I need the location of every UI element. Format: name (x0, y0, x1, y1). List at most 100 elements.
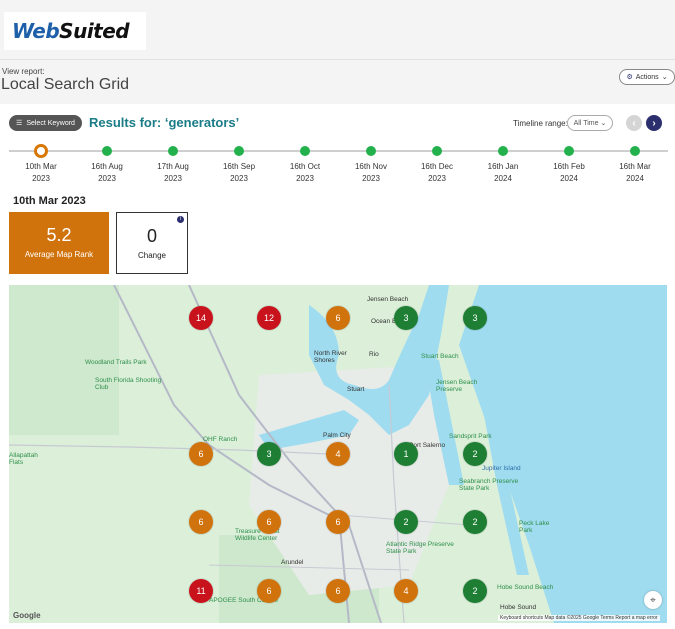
gear-icon: ⚙ (626, 74, 633, 81)
rank-pin[interactable]: 6 (257, 510, 281, 534)
timeline-date-label[interactable]: 16th Feb 2024 (539, 161, 599, 185)
crosshair-icon: ⌖ (650, 594, 656, 606)
rank-pin[interactable]: 2 (463, 442, 487, 466)
timeline-date-label[interactable]: 16th Oct 2023 (275, 161, 335, 185)
rank-pin[interactable]: 3 (394, 306, 418, 330)
chevron-left-icon: ‹ (632, 117, 636, 129)
timeline-year: 2023 (230, 174, 248, 183)
map-view[interactable]: Jensen Beach Ocean Breeze North River Sh… (9, 285, 667, 623)
rank-pin[interactable]: 2 (463, 510, 487, 534)
map-label-woodland-trails: Woodland Trails Park (85, 359, 147, 366)
map-label-jensen-beach: Jensen Beach (367, 296, 409, 303)
timeline-point[interactable] (102, 146, 112, 156)
timeline-day: 16th Jan (487, 162, 519, 171)
actions-button[interactable]: ⚙ Actions ⌄ (619, 69, 675, 85)
timeline-year: 2023 (428, 174, 446, 183)
menu-icon: ☰ (16, 120, 23, 127)
average-rank-label: Average Map Rank (24, 250, 94, 259)
map-label-shooting-club: South Florida Shooting Club (95, 377, 162, 391)
timeline-day: 16th Sep (222, 162, 256, 171)
timeline-point[interactable] (300, 146, 310, 156)
timeline-point[interactable] (168, 146, 178, 156)
timeline-point[interactable] (630, 146, 640, 156)
timeline-range-select[interactable]: All Time ⌄ (567, 115, 613, 131)
rank-pin[interactable]: 6 (257, 579, 281, 603)
rank-pin[interactable]: 6 (189, 510, 213, 534)
rank-pin[interactable]: 1 (394, 442, 418, 466)
results-title: Results for: ‘generators’ (89, 115, 240, 130)
rank-pin[interactable]: 3 (257, 442, 281, 466)
google-logo: Google (13, 611, 41, 620)
rank-pin[interactable]: 12 (257, 306, 281, 330)
timeline-day: 16th Aug (91, 162, 123, 171)
chevron-down-icon: ⌄ (661, 74, 668, 81)
rank-pin[interactable]: 6 (326, 579, 350, 603)
timeline-date-label[interactable]: 17th Aug 2023 (143, 161, 203, 185)
top-bar: Web Suited (0, 0, 675, 60)
rank-pin[interactable]: 6 (326, 306, 350, 330)
timeline-year: 2023 (32, 174, 50, 183)
map-label-atlantic-ridge: Atlantic Ridge Preserve State Park (386, 541, 454, 555)
average-rank-value: 5.2 (46, 225, 72, 245)
timeline-date-label[interactable]: 10th Mar 2023 (11, 161, 71, 185)
map-label-palm-city: Palm City (323, 432, 351, 439)
map-label-jupiter-island: Jupiter Island (482, 465, 521, 472)
timeline-day: 16th Nov (354, 162, 388, 171)
logo-text-suited: Suited (59, 19, 130, 43)
map-label-stuart: Stuart (347, 386, 365, 393)
timeline-year: 2024 (560, 174, 578, 183)
timeline-date-label[interactable]: 16th Aug 2023 (77, 161, 137, 185)
rank-pin[interactable]: 2 (463, 579, 487, 603)
map-fullscreen-button[interactable]: ⌖ (644, 591, 662, 609)
timeline-date-label[interactable]: 16th Mar 2024 (605, 161, 665, 185)
timeline-range-label: Timeline range: (513, 119, 568, 128)
actions-label: Actions (635, 73, 659, 81)
average-rank-card: 5.2 Average Map Rank (9, 212, 109, 274)
timeline-year: 2024 (626, 174, 644, 183)
rank-pin[interactable]: 4 (326, 442, 350, 466)
timeline-date-label[interactable]: 16th Jan 2024 (473, 161, 533, 185)
rank-pin[interactable]: 3 (463, 306, 487, 330)
timeline-day: 16th Feb (553, 162, 585, 171)
timeline-point[interactable] (34, 144, 48, 158)
rank-pin[interactable]: 2 (394, 510, 418, 534)
chevron-right-icon: › (652, 117, 656, 129)
timeline-point[interactable] (432, 146, 442, 156)
map-label-stuart-beach: Stuart Beach (421, 353, 459, 360)
info-icon[interactable]: i (177, 216, 184, 223)
map-label-sandsprit-park: Sandsprit Park (449, 433, 492, 440)
chevron-down-icon: ⌄ (600, 120, 607, 127)
rank-pin[interactable]: 4 (394, 579, 418, 603)
map-label-ohf-ranch: OHF Ranch (203, 436, 238, 443)
timeline-date-label[interactable]: 16th Dec 2023 (407, 161, 467, 185)
select-keyword-button[interactable]: ☰ Select Keyword (9, 115, 82, 131)
map-attribution[interactable]: Keyboard shortcuts Map data ©2025 Google… (498, 615, 660, 621)
timeline-year: 2023 (98, 174, 116, 183)
previous-date-button[interactable]: ‹ (626, 115, 642, 131)
next-date-button[interactable]: › (646, 115, 662, 131)
rank-pin[interactable]: 6 (189, 442, 213, 466)
map-label-seabranch: Seabranch Preserve State Park (459, 478, 519, 492)
timeline-point[interactable] (564, 146, 574, 156)
timeline-date-label[interactable]: 16th Sep 2023 (209, 161, 269, 185)
timeline-point[interactable] (366, 146, 376, 156)
rank-pin[interactable]: 14 (189, 306, 213, 330)
map-label-rio: Rio (369, 351, 379, 358)
timeline-point[interactable] (234, 146, 244, 156)
timeline-year: 2023 (164, 174, 182, 183)
rank-pin[interactable]: 11 (189, 579, 213, 603)
websuited-logo[interactable]: Web Suited (4, 12, 146, 50)
selected-date-heading: 10th Mar 2023 (13, 195, 86, 207)
rank-pin[interactable]: 6 (326, 510, 350, 534)
timeline-date-label[interactable]: 16th Nov 2023 (341, 161, 401, 185)
timeline-day: 16th Dec (420, 162, 454, 171)
change-label: Change (137, 251, 167, 260)
map-label-hobe-sound-beach: Hobe Sound Beach (497, 584, 554, 591)
map-label-hobe-sound: Hobe Sound (500, 604, 537, 611)
map-label-jensen-preserve: Jensen Beach Preserve (436, 379, 478, 393)
timeline-point[interactable] (498, 146, 508, 156)
timeline-year: 2024 (494, 174, 512, 183)
view-report-label: View report: (2, 67, 45, 76)
map-label-arundel: Arundel (281, 559, 304, 566)
map-label-north-river-shores: North River Shores (314, 350, 347, 364)
